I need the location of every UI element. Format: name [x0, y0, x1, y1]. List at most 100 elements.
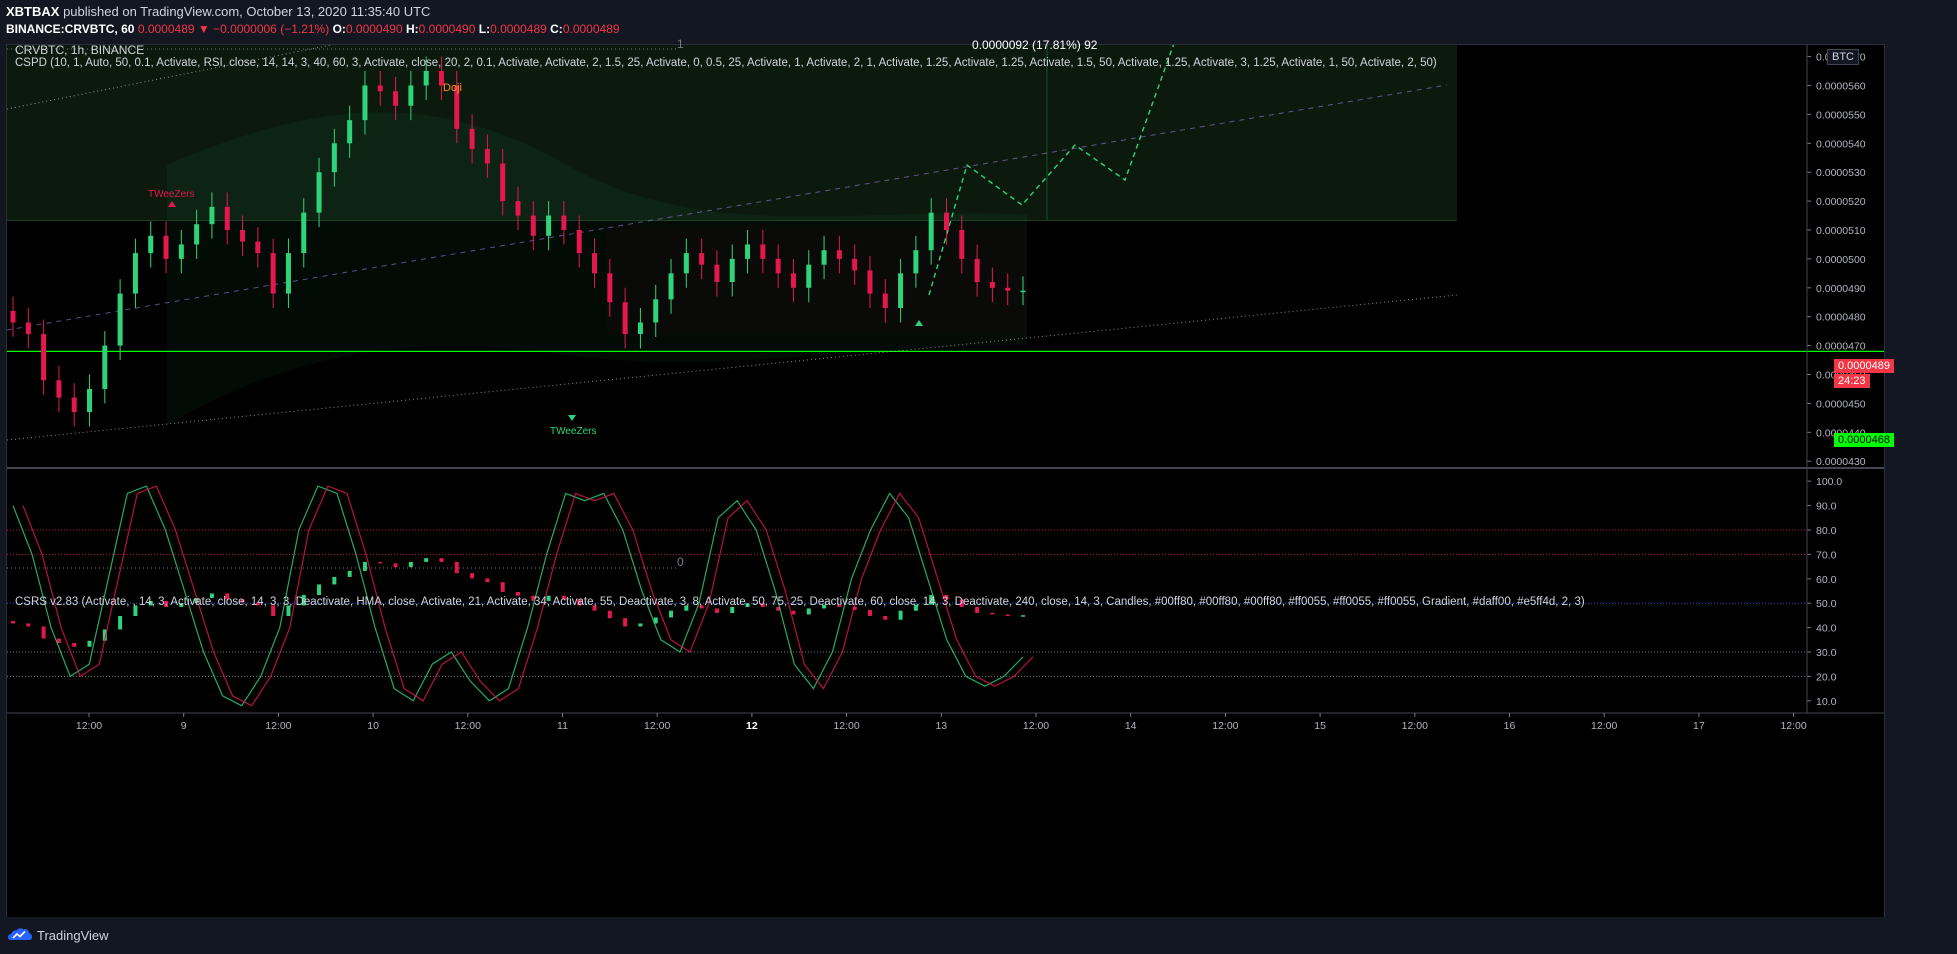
- osc-candle: [990, 612, 995, 615]
- candle-body: [836, 250, 842, 259]
- osc-axis-label: 20.0: [1816, 671, 1837, 683]
- osc-candle: [317, 584, 322, 595]
- candle-body: [561, 215, 567, 230]
- candle-body: [653, 299, 659, 323]
- osc-candle: [806, 608, 811, 615]
- candle-body: [989, 282, 995, 288]
- osc-candle: [1021, 615, 1025, 617]
- price-axis-label: 0.0000500: [1816, 254, 1866, 266]
- candle-body: [867, 270, 873, 294]
- price-axis-label: 0.0000450: [1816, 398, 1866, 410]
- osc-candle: [408, 561, 413, 568]
- time-axis-label: 12:00: [1591, 720, 1617, 732]
- osc-candle: [500, 582, 505, 592]
- cspd-indicator-legend[interactable]: CSPD (10, 1, Auto, 50, 0.1, Activate, RS…: [15, 57, 1437, 69]
- price-candle: [148, 221, 154, 268]
- published-text: published on TradingView.com, October 13…: [63, 4, 431, 19]
- osc-candle: [470, 573, 475, 579]
- candle-body: [117, 293, 123, 346]
- candle-body: [943, 212, 949, 230]
- osc-candle: [454, 561, 459, 574]
- time-axis-label: 16: [1504, 720, 1516, 732]
- csrs-indicator-legend[interactable]: CSRS v2.83 (Activate, , 14, 3, Activate,…: [15, 596, 1585, 608]
- osc-axis-label: 30.0: [1816, 647, 1837, 659]
- candle-body: [1005, 287, 1011, 291]
- candle-body: [132, 253, 138, 294]
- currency-badge[interactable]: BTC: [1827, 49, 1859, 65]
- tradingview-logo[interactable]: TradingView: [8, 927, 109, 943]
- osc-candle: [607, 610, 612, 619]
- price-tag: 0.0000489: [1834, 359, 1894, 373]
- candle-body: [10, 310, 16, 323]
- candle-body: [775, 258, 781, 274]
- footer-bar: TradingView: [0, 917, 1957, 954]
- time-axis-label: 12:00: [265, 720, 291, 732]
- osc-candle: [378, 561, 383, 564]
- price-axis-label: 0.0000470: [1816, 341, 1866, 353]
- price-candle: [41, 319, 47, 395]
- last-price: 0.0000489: [137, 22, 195, 36]
- osc-axis-label: 10.0: [1816, 696, 1837, 708]
- osc-axis-label: 40.0: [1816, 623, 1837, 635]
- time-axis-label: 12:00: [1780, 720, 1806, 732]
- osc-candle: [669, 610, 674, 618]
- osc-candle: [118, 615, 123, 630]
- symbol-ohlc-line: BINANCE:CRVBTC, 60 0.0000489 ▼ −0.000000…: [6, 22, 620, 36]
- candle-body: [974, 258, 980, 283]
- close-label: C:: [550, 22, 563, 36]
- chart-canvas[interactable]: 0.00005700.00005600.00005500.00005400.00…: [7, 45, 1884, 918]
- osc-candle: [1005, 614, 1010, 616]
- osc-candle: [867, 609, 872, 616]
- price-candle: [102, 331, 108, 404]
- countdown-tag: 24:23: [1834, 374, 1870, 388]
- candle-body: [25, 322, 31, 335]
- price-axis-label: 0.0000530: [1816, 167, 1866, 179]
- fib-level-top: 1: [677, 37, 684, 51]
- candle-body: [745, 244, 751, 259]
- price-axis-label: 0.0000550: [1816, 109, 1866, 121]
- candle-body: [301, 212, 307, 254]
- osc-candle: [439, 558, 444, 562]
- candle-body: [607, 273, 613, 303]
- publisher-name[interactable]: XBTBAX: [6, 4, 59, 19]
- time-axis-label: 12:00: [76, 720, 102, 732]
- osc-candle: [87, 640, 92, 647]
- time-axis-label: 14: [1125, 720, 1137, 732]
- candle-body: [515, 201, 521, 216]
- tweezers-bottom-label: TWeeZers: [550, 426, 597, 437]
- candle-body: [393, 91, 399, 106]
- chart-area[interactable]: 0.00005700.00005600.00005500.00005400.00…: [6, 37, 1894, 919]
- osc-axis-label: 100.0: [1816, 476, 1842, 488]
- tweezers-bottom-marker: [568, 415, 576, 421]
- candle-body: [592, 253, 598, 274]
- candle-body: [102, 345, 108, 389]
- candle-body: [240, 229, 246, 242]
- price-candle: [71, 383, 77, 427]
- candle-body: [148, 235, 154, 254]
- osc-candle: [791, 610, 796, 615]
- time-axis-label: 12:00: [455, 720, 481, 732]
- osc-candle: [362, 561, 367, 571]
- osc-candle: [26, 623, 31, 627]
- doji-label: Doji: [443, 82, 462, 94]
- candle-body: [347, 120, 353, 144]
- price-change: −0.0000006 (−1.21%): [213, 22, 330, 36]
- candle-body: [178, 244, 184, 259]
- main-pane-title[interactable]: CRVBTC, 1h, BINANCE: [15, 43, 144, 57]
- osc-axis-label: 80.0: [1816, 525, 1837, 537]
- osc-candle: [883, 615, 888, 620]
- candle-body: [377, 85, 383, 92]
- candle-body: [790, 273, 796, 288]
- low-label: L:: [478, 22, 491, 36]
- osc-axis-label: 70.0: [1816, 549, 1837, 561]
- open-label: O:: [332, 22, 346, 36]
- osc-candle: [898, 610, 903, 620]
- candle-body: [469, 128, 475, 150]
- price-axis-label: 0.0000430: [1816, 456, 1866, 468]
- osc-candle: [72, 642, 77, 647]
- candle-body: [163, 235, 169, 259]
- candle-body: [255, 241, 261, 254]
- high-value: 0.0000490: [418, 22, 476, 36]
- candle-body: [316, 172, 322, 213]
- candle-body: [71, 397, 77, 413]
